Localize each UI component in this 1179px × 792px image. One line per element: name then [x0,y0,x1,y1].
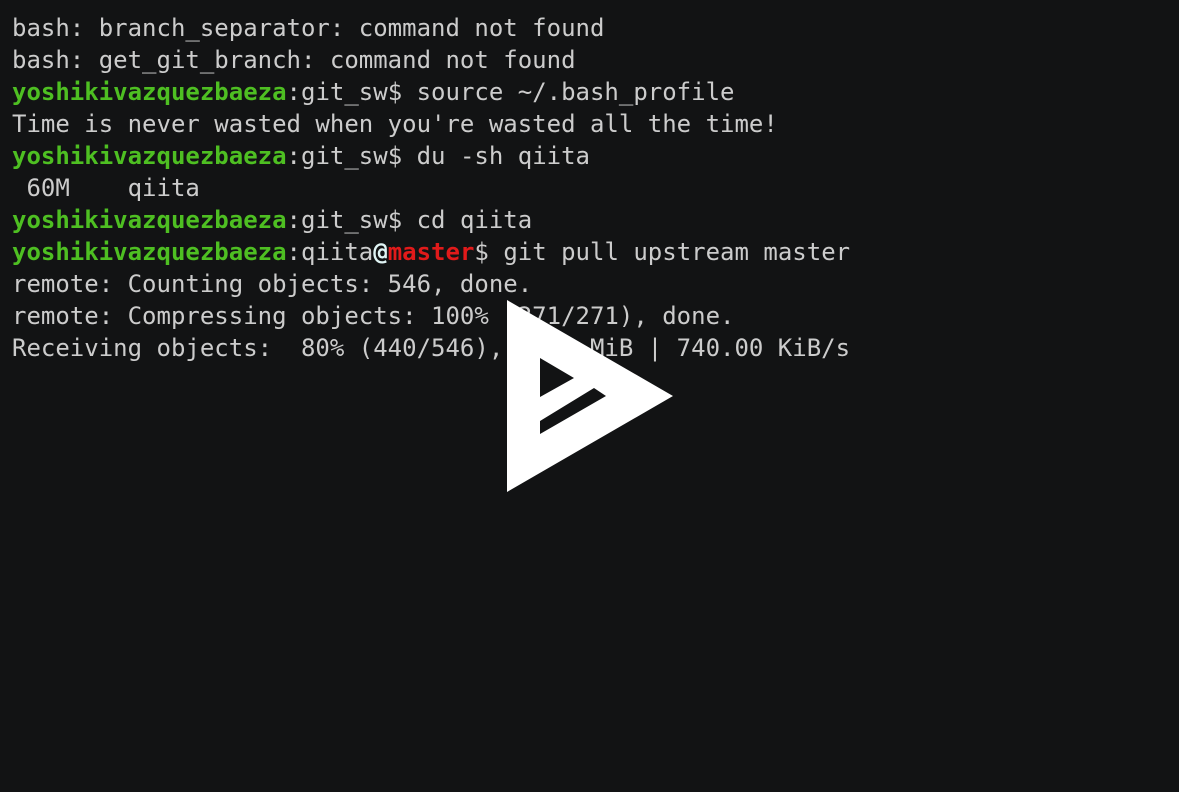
prompt-dir: :git_sw$ [286,78,417,106]
command-text: du -sh qiita [416,142,590,170]
output-line: bash: get_git_branch: command not found [12,46,576,74]
command-text: source ~/.bash_profile [416,78,735,106]
prompt-dir: :git_sw$ [286,206,417,234]
output-line: remote: Counting objects: 546, done. [12,270,533,298]
prompt-dir: :git_sw$ [286,142,417,170]
prompt-at: @ [373,238,388,266]
prompt-user: yoshikivazquezbaeza [12,142,287,170]
command-text: cd qiita [416,206,533,234]
prompt-line: yoshikivazquezbaeza:git_sw$ source ~/.ba… [12,76,1167,108]
output-line: 60M qiita [12,174,200,202]
output-line: Time is never wasted when you're wasted … [12,110,778,138]
git-branch: master [387,238,475,266]
prompt-line: yoshikivazquezbaeza:qiita@master$ git pu… [12,236,1167,268]
prompt-dir: :qiita [286,238,374,266]
output-line: bash: branch_separator: command not foun… [12,14,605,42]
prompt-line: yoshikivazquezbaeza:git_sw$ cd qiita [12,204,1167,236]
prompt-user: yoshikivazquezbaeza [12,238,287,266]
command-text: git pull upstream master [503,238,851,266]
prompt-user: yoshikivazquezbaeza [12,206,287,234]
prompt-symbol: $ [474,238,504,266]
prompt-user: yoshikivazquezbaeza [12,78,287,106]
asciinema-play-icon[interactable] [506,300,674,492]
prompt-line: yoshikivazquezbaeza:git_sw$ du -sh qiita [12,140,1167,172]
